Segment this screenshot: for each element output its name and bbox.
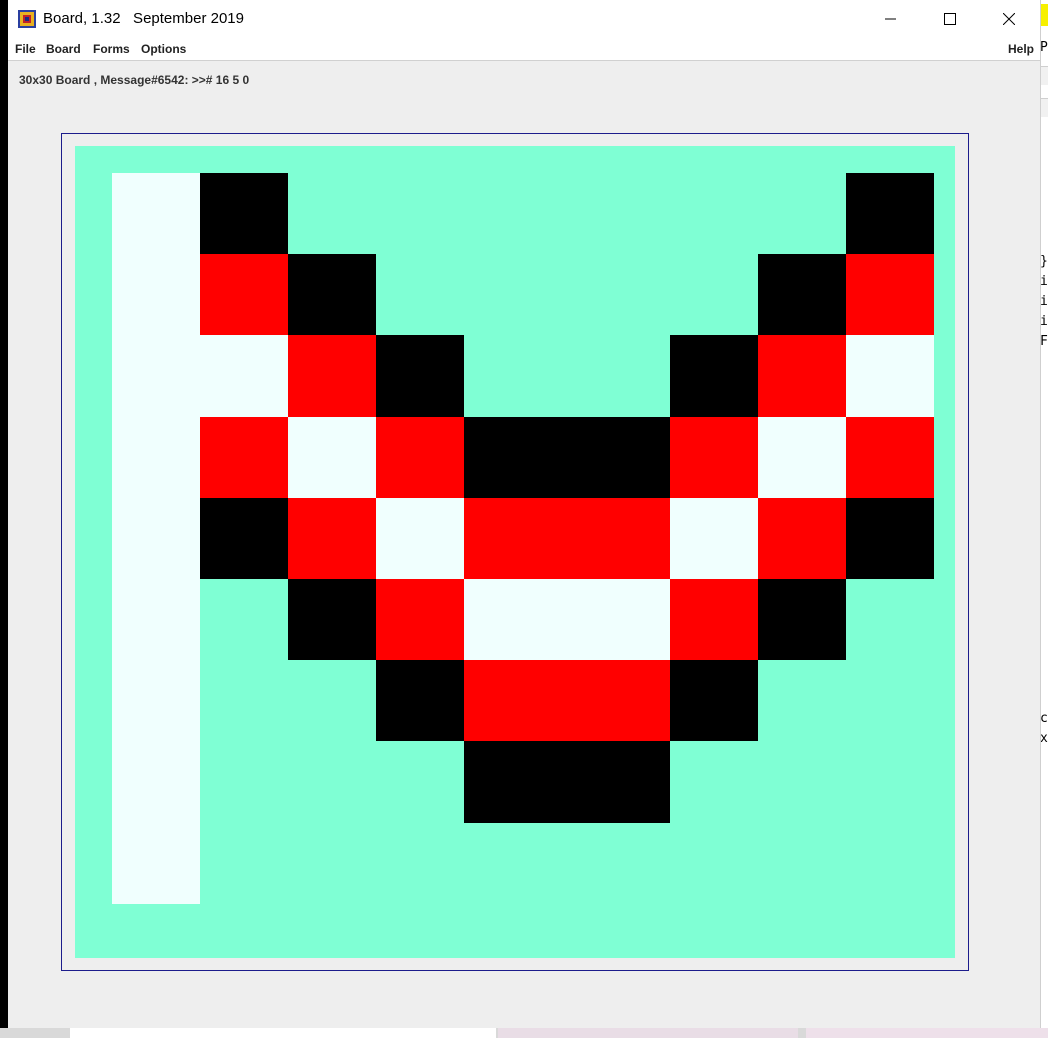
board-cell[interactable] <box>200 498 288 579</box>
board-cell[interactable] <box>112 498 200 579</box>
board-cell[interactable] <box>200 335 288 417</box>
menu-help[interactable]: Help <box>1008 42 1034 56</box>
board-cell[interactable] <box>582 579 670 660</box>
taskbar-item <box>806 1028 1048 1038</box>
background-glyph: } <box>1040 254 1048 269</box>
board-cell[interactable] <box>464 579 582 660</box>
board-cell[interactable] <box>200 254 288 335</box>
board-cell[interactable] <box>582 741 670 823</box>
menu-board[interactable]: Board <box>46 42 81 56</box>
board-cell[interactable] <box>112 741 200 823</box>
app-icon <box>18 10 36 28</box>
board-cell[interactable] <box>846 417 934 498</box>
board-cell[interactable] <box>112 417 200 498</box>
title-bar[interactable]: Board, 1.32 September 2019 <box>8 0 1040 38</box>
board-grid[interactable] <box>75 146 955 958</box>
board-cell[interactable] <box>288 498 376 579</box>
board-cell[interactable] <box>758 579 846 660</box>
board-cell[interactable] <box>112 579 200 660</box>
close-icon <box>1003 13 1015 25</box>
background-window-edge: } i i i F c x P <box>1040 0 1048 1028</box>
board-cell[interactable] <box>670 579 758 660</box>
board-cell[interactable] <box>758 335 846 417</box>
background-glyph: c <box>1040 711 1048 726</box>
background-window-tab <box>1040 66 1048 85</box>
background-window-tab <box>1040 98 1048 117</box>
menu-forms[interactable]: Forms <box>93 42 130 56</box>
desktop-left-edge <box>0 0 8 1038</box>
taskbar-item <box>498 1028 798 1038</box>
board-cell[interactable] <box>200 417 288 498</box>
board-cell[interactable] <box>846 173 934 254</box>
board-cell[interactable] <box>582 498 670 579</box>
background-glyph: i <box>1040 294 1048 309</box>
board-cell[interactable] <box>288 335 376 417</box>
board-cell[interactable] <box>376 335 464 417</box>
board-cell[interactable] <box>376 579 464 660</box>
board-cell[interactable] <box>112 254 200 335</box>
status-message: 30x30 Board , Message#6542: >># 16 5 0 <box>19 73 250 87</box>
background-glyph: P <box>1040 40 1048 55</box>
taskbar-item <box>70 1028 496 1038</box>
board-cell[interactable] <box>112 823 200 904</box>
board-cell[interactable] <box>376 417 464 498</box>
board-cell[interactable] <box>846 335 934 417</box>
board-cell[interactable] <box>670 417 758 498</box>
board-cell[interactable] <box>112 173 200 254</box>
background-glyph: F <box>1040 334 1048 349</box>
menu-bar: File Board Forms Options Help <box>8 38 1040 61</box>
board-cell[interactable] <box>376 498 464 579</box>
background-glyph: i <box>1040 314 1048 329</box>
background-glyph: i <box>1040 274 1048 289</box>
board-cell[interactable] <box>758 417 846 498</box>
background-glyph: x <box>1040 731 1048 746</box>
maximize-icon <box>944 13 956 25</box>
board-cell[interactable] <box>582 660 670 741</box>
close-button[interactable] <box>980 0 1038 38</box>
menu-file[interactable]: File <box>15 42 36 56</box>
board-cell[interactable] <box>200 173 288 254</box>
board-cell[interactable] <box>758 498 846 579</box>
board-cell[interactable] <box>288 417 376 498</box>
minimize-button[interactable] <box>862 0 920 38</box>
maximize-button[interactable] <box>921 0 979 38</box>
board-cell[interactable] <box>670 660 758 741</box>
board-cell[interactable] <box>846 254 934 335</box>
board-cell[interactable] <box>288 579 376 660</box>
board-cell[interactable] <box>464 498 582 579</box>
board-cell[interactable] <box>376 660 464 741</box>
board-cell[interactable] <box>758 254 846 335</box>
board-cell[interactable] <box>112 660 200 741</box>
board-cell[interactable] <box>464 660 582 741</box>
board-cell[interactable] <box>464 741 582 823</box>
taskbar-strip <box>0 1028 1048 1038</box>
board-cell[interactable] <box>112 335 200 417</box>
minimize-icon <box>885 18 896 20</box>
board-cell[interactable] <box>582 417 670 498</box>
menu-options[interactable]: Options <box>141 42 186 56</box>
board-cell[interactable] <box>464 417 582 498</box>
board-cell[interactable] <box>670 498 758 579</box>
background-window-icon <box>1040 4 1048 26</box>
board-cell[interactable] <box>670 335 758 417</box>
board-cell[interactable] <box>288 254 376 335</box>
board-cell[interactable] <box>846 498 934 579</box>
window-title: Board, 1.32 September 2019 <box>43 10 244 27</box>
